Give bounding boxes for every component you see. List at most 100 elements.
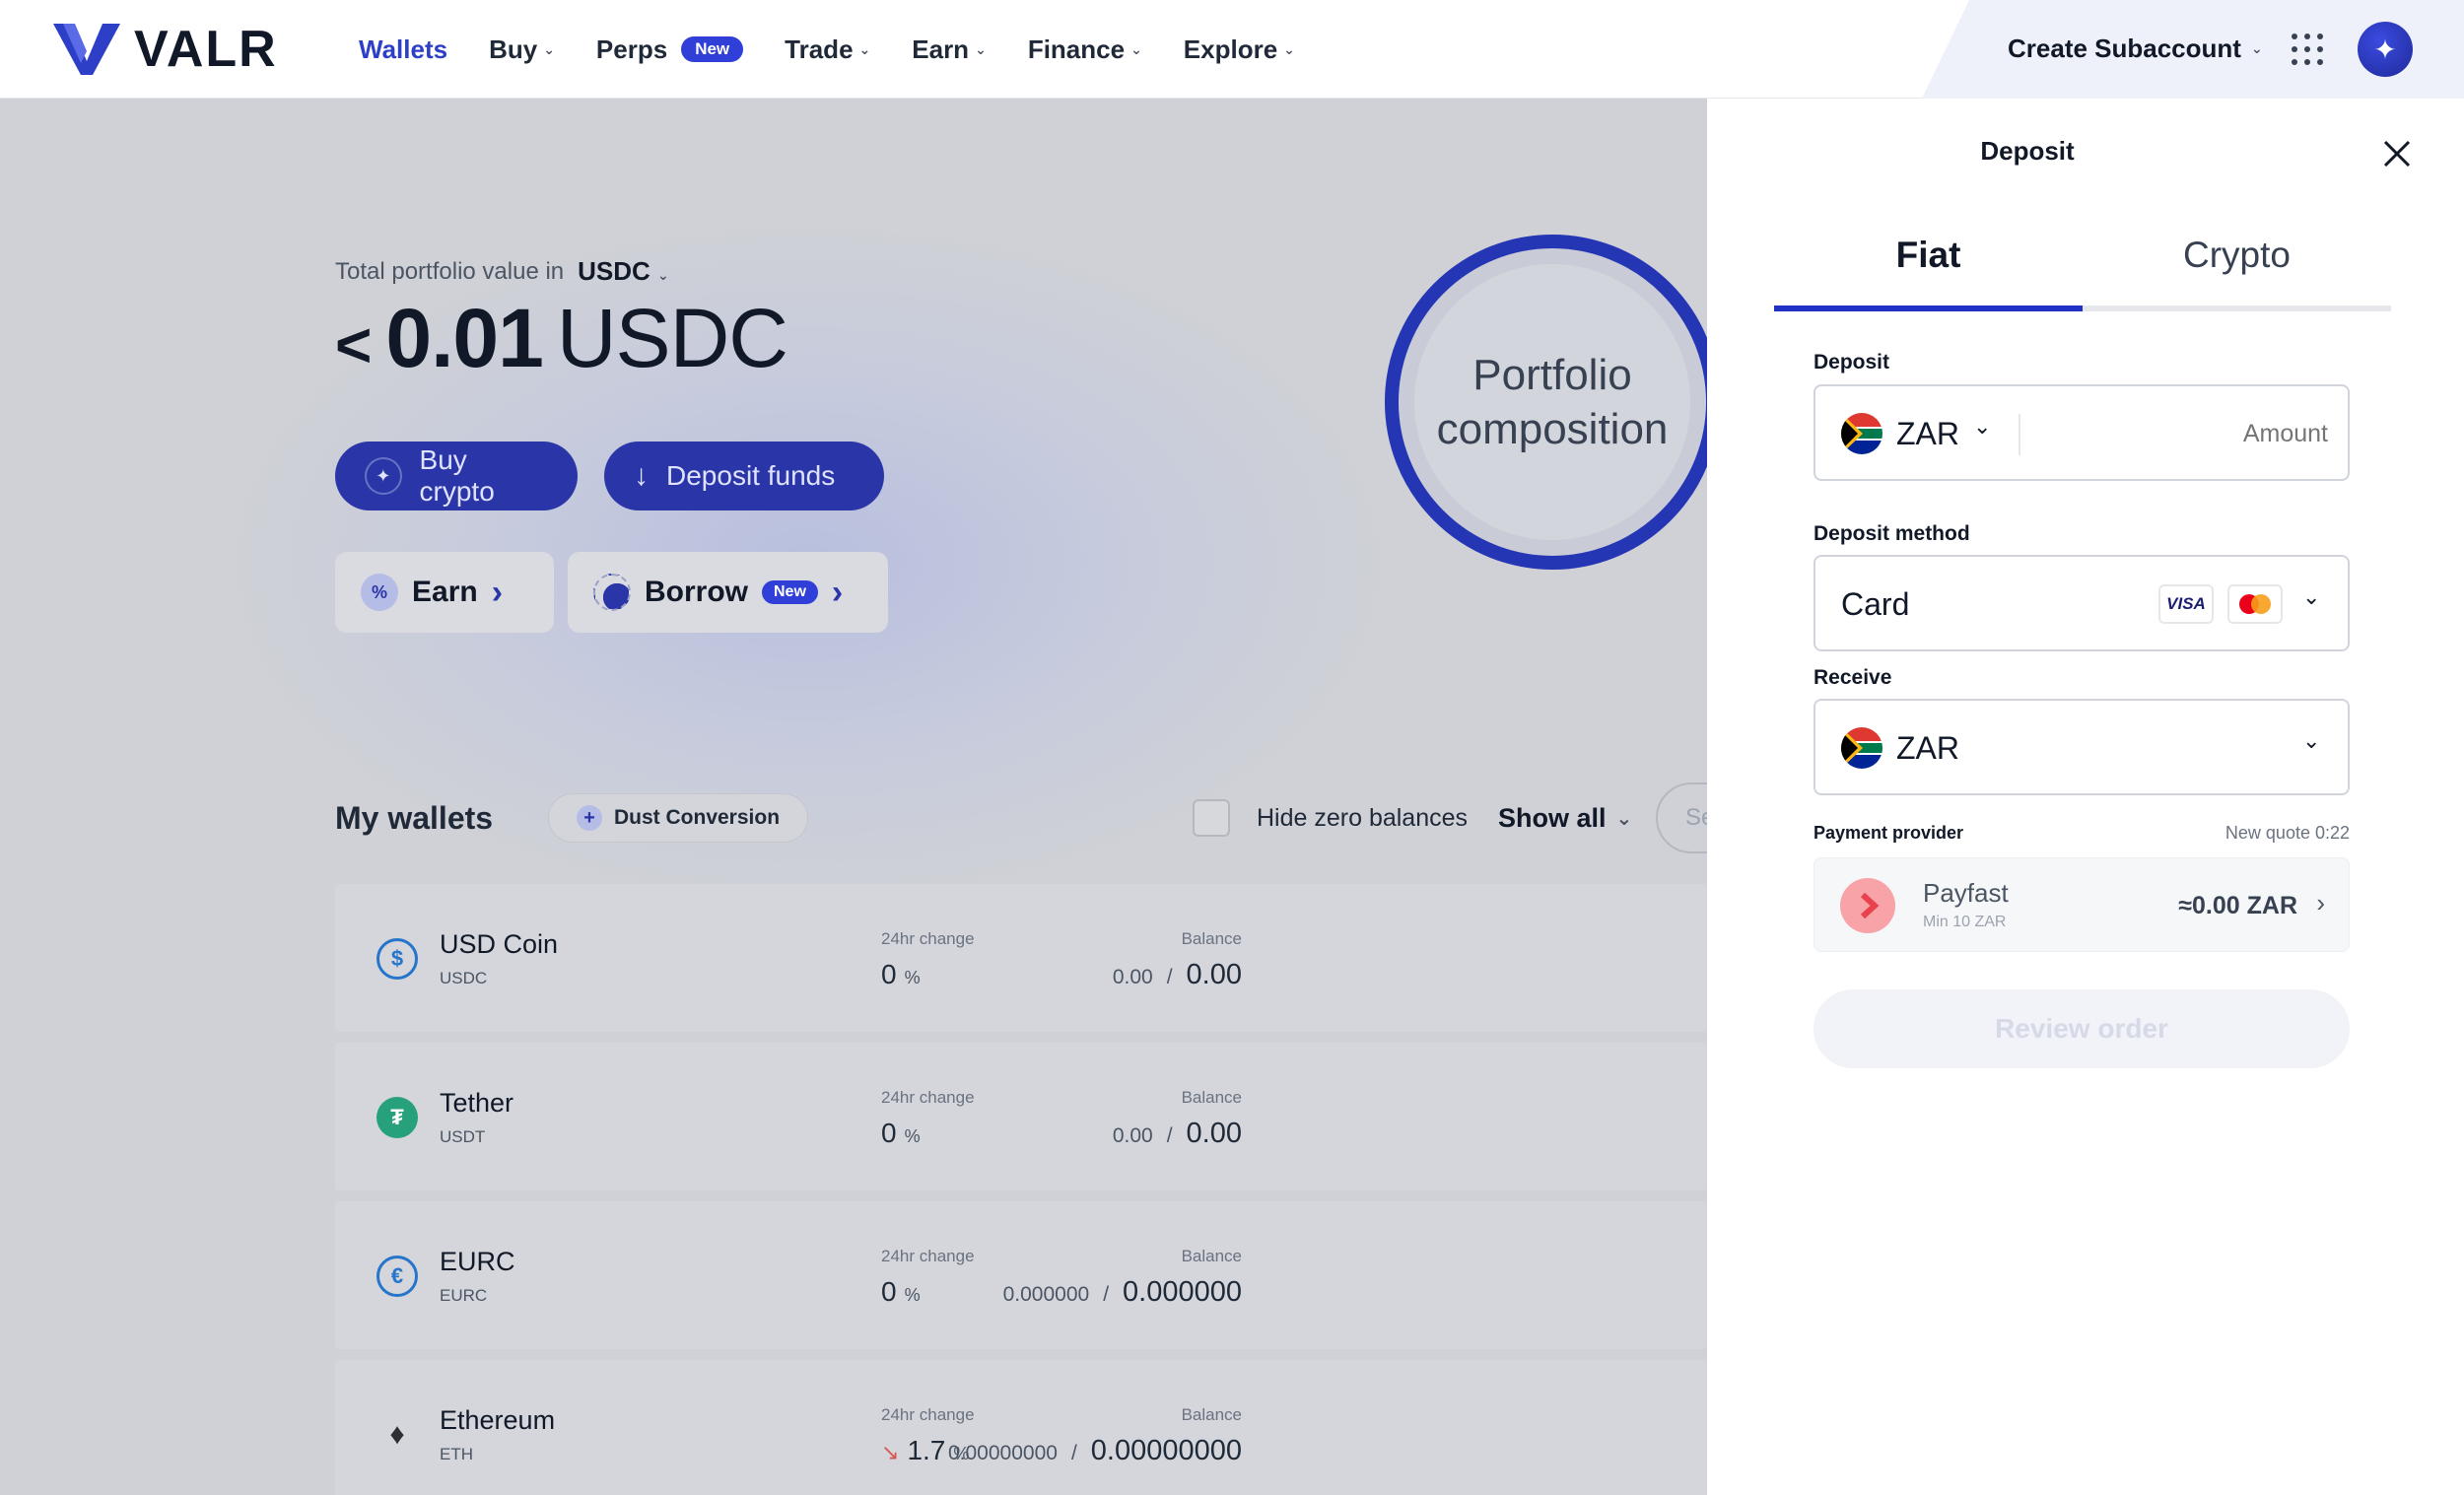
chevron-down-icon: ⌄ [1130,40,1142,57]
dust-conversion-button[interactable]: + Dust Conversion [548,793,809,843]
chevron-right-icon: › [2316,888,2325,917]
balance-value: 0.00000000 / 0.00000000 [948,1435,1242,1467]
tab-crypto[interactable]: Crypto [2083,217,2391,306]
borrow-card[interactable]: Borrow New › [568,552,888,633]
receive-currency-select[interactable]: ZAR ⌄ [1814,699,2350,795]
arrow-down-icon: ↓ [634,459,649,492]
balance-value: 0.00 / 0.00 [1113,959,1242,991]
wallet-row-eurc[interactable]: € EURC EURC 24hr change 0% Balance 0.000… [335,1201,1707,1349]
percent-icon: % [361,574,398,611]
search-input[interactable]: Se [1656,782,1707,853]
south-africa-flag-icon [1841,727,1882,769]
hide-zero-label: Hide zero balances [1257,803,1469,832]
available-balance: 0.000000 [1002,1283,1090,1306]
earn-card[interactable]: % Earn › [335,552,554,633]
deposit-currency[interactable]: ZAR [1896,416,1959,452]
wallets-title: My wallets [335,799,494,836]
deposit-label: Deposit [1814,351,1890,374]
balance-separator: / [1103,1283,1110,1306]
provider-min: Min 10 ZAR [1923,914,2007,930]
coin-name: Tether [440,1088,514,1118]
deposit-method-select[interactable]: Card VISA ⌄ [1814,555,2350,651]
portfolio-composition-chart[interactable]: Portfolio composition [1385,235,1707,570]
change-label: 24hr change [881,1405,975,1424]
valr-logo[interactable]: VALR [53,20,278,79]
top-navigation: VALR Wallets Buy ⌄ Perps New Trade ⌄ Earn ⌄ … [0,0,2464,99]
coin-name: USD Coin [440,929,559,959]
portfolio-amount: 0.01 [385,292,543,384]
nav-finance-label: Finance [1027,34,1126,64]
nav-explore[interactable]: Explore ⌄ [1184,34,1295,65]
available-balance: 0.00 [1112,1124,1153,1147]
nav-buy[interactable]: Buy ⌄ [489,34,555,65]
valr-logo-icon [53,24,120,75]
balance-label: Balance [1181,1405,1242,1424]
receive-currency: ZAR [1896,730,1959,766]
hide-zero-checkbox[interactable] [1193,799,1230,837]
amount-input[interactable] [2032,406,2328,461]
percent-sign: % [904,1126,921,1146]
nav-trade[interactable]: Trade ⌄ [785,34,870,65]
method-value: Card [1841,586,1910,622]
balance-value: 0.00 / 0.00 [1113,1118,1242,1150]
new-badge: New [681,36,744,62]
chevron-down-icon: ⌄ [1615,807,1633,830]
nav-wallets-label: Wallets [359,34,448,64]
chevron-right-icon: › [491,573,504,611]
panel-title: Deposit [1980,136,2075,166]
nav-finance[interactable]: Finance ⌄ [1028,34,1142,65]
total-balance: 0.000000 [1123,1276,1242,1308]
portfolio-currency-select[interactable]: USDC ⌄ [578,256,669,287]
main-menu: Wallets Buy ⌄ Perps New Trade ⌄ Earn ⌄ Finan… [359,0,1336,99]
visa-icon: VISA [2158,584,2214,624]
deposit-tabs: Fiat Crypto [1774,217,2391,311]
balance-value: 0.000000 / 0.000000 [1003,1276,1242,1309]
chevron-down-icon: ⌄ [657,267,669,283]
grid-dots-icon[interactable] [2292,34,2323,65]
balance-label: Balance [1181,929,1242,948]
total-balance: 0.00 [1186,959,1242,990]
south-africa-flag-icon [1841,413,1882,454]
available-balance: 0.00 [1112,966,1153,988]
nav-earn[interactable]: Earn ⌄ [912,34,987,65]
deposit-funds-button[interactable]: ↓ Deposit funds [604,442,884,510]
sparkle-icon: ✦ [2373,34,2397,65]
tab-fiat-label: Fiat [1895,235,1961,275]
chevron-down-icon[interactable]: ⌄ [1973,414,1991,440]
dust-conversion-label: Dust Conversion [614,806,781,829]
avatar[interactable]: ✦ [2358,22,2413,77]
review-order-button[interactable]: Review order [1814,989,2350,1068]
payment-provider-option[interactable]: Payfast Min 10 ZAR ≈0.00 ZAR › [1814,857,2350,952]
close-icon[interactable] [2377,134,2417,173]
portfolio-label: Total portfolio value in USDC ⌄ [335,256,669,287]
buy-crypto-label: Buy crypto [419,444,495,507]
provider-name: Payfast [1923,878,2009,908]
tab-fiat[interactable]: Fiat [1774,217,2083,306]
nav-wallets[interactable]: Wallets [359,34,447,65]
nav-perps[interactable]: Perps New [596,34,744,65]
coin-name: Ethereum [440,1405,556,1435]
wallet-row-usdt[interactable]: ₮ Tether USDT 24hr change 0% Balance 0.0… [335,1043,1707,1190]
show-all-label: Show all [1498,802,1607,833]
change-label: 24hr change [881,1088,975,1107]
nav-buy-label: Buy [489,34,538,64]
create-subaccount-button[interactable]: Create Subaccount ⌄ [2008,34,2263,64]
balance-separator: / [1070,1442,1077,1464]
plus-icon: + [577,805,602,831]
chevron-down-icon: ⌄ [2302,584,2321,609]
percent-sign: % [904,1285,921,1305]
nav-trade-label: Trade [785,34,854,64]
percent-sign: % [904,968,921,987]
earn-label: Earn [412,576,478,608]
deposit-funds-label: Deposit funds [666,460,836,491]
buy-crypto-button[interactable]: ✦ Buy crypto [335,442,578,510]
new-badge: New [762,580,818,604]
change-value: 0% [881,959,921,990]
change-number: 0 [881,959,897,989]
wallet-row-usdc[interactable]: $ USD Coin USDC 24hr change 0% Balance 0… [335,884,1707,1032]
balance-label: Balance [1181,1088,1242,1107]
show-all-dropdown[interactable]: Show all ⌄ [1498,803,1632,834]
usdc-icon: $ [376,938,418,980]
wallet-row-eth[interactable]: ♦ Ethereum ETH 24hr change ↘ 1.7% Balance… [335,1360,1707,1495]
chevron-down-icon: ⌄ [1283,40,1295,57]
